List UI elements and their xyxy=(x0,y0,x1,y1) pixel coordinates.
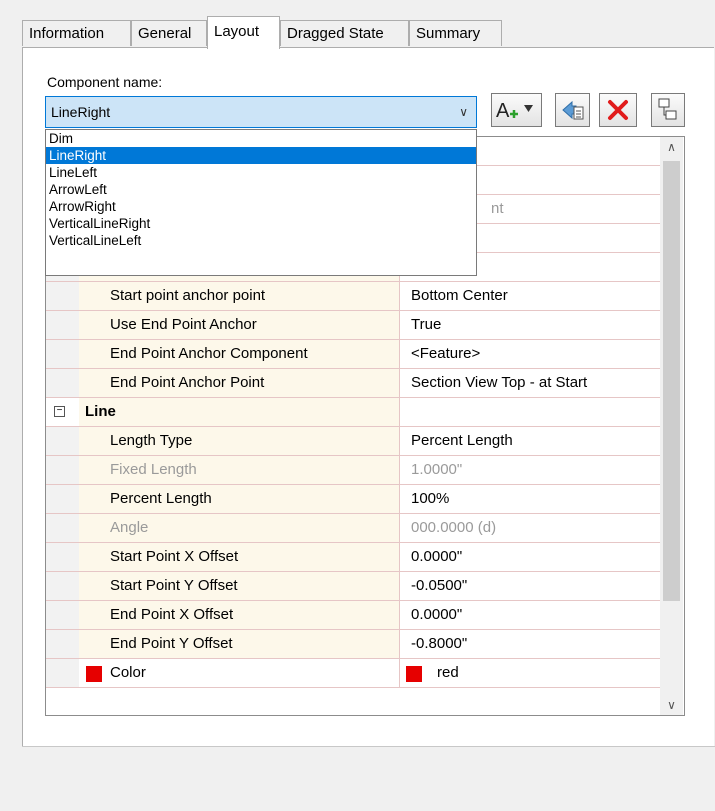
property-value: red xyxy=(401,659,660,687)
row-gutter xyxy=(46,601,79,629)
property-value: Bottom Center xyxy=(401,282,660,310)
property-value: <Feature> xyxy=(401,340,660,368)
property-value: 0.0000" xyxy=(401,601,660,629)
property-row[interactable]: End Point Anchor Component <Feature> xyxy=(46,340,660,369)
tab-label: Information xyxy=(29,25,105,42)
tab-label: Dragged State xyxy=(287,25,384,42)
property-name: Start Point Y Offset xyxy=(79,572,400,600)
vertical-scrollbar[interactable]: ∧ ∨ xyxy=(660,137,683,715)
copy-component-icon xyxy=(561,100,583,120)
property-name: Fixed Length xyxy=(79,456,400,484)
property-row[interactable]: End Point Anchor Point Section View Top -… xyxy=(46,369,660,398)
svg-text:A: A xyxy=(496,100,510,122)
delete-component-button[interactable] xyxy=(599,93,637,127)
dropdown-option[interactable]: Dim xyxy=(46,130,476,147)
row-gutter xyxy=(46,311,79,339)
dropdown-option[interactable]: LineLeft xyxy=(46,164,476,181)
property-value: 000.0000 (d) xyxy=(401,514,660,542)
collapse-icon[interactable]: − xyxy=(54,406,65,417)
property-row[interactable]: End Point X Offset 0.0000" xyxy=(46,601,660,630)
property-name: End Point Y Offset xyxy=(79,630,400,658)
row-gutter xyxy=(46,456,79,484)
add-component-icon: A xyxy=(496,100,533,122)
tab-layout[interactable]: Layout xyxy=(207,16,280,49)
divider xyxy=(22,746,715,747)
tab-general[interactable]: General xyxy=(131,20,207,46)
property-row[interactable]: Percent Length 100% xyxy=(46,485,660,514)
property-name: Use End Point Anchor xyxy=(79,311,400,339)
tab-information[interactable]: Information xyxy=(22,20,131,46)
property-value: Section View Top - at Start xyxy=(401,369,660,397)
row-gutter xyxy=(46,485,79,513)
row-gutter xyxy=(46,543,79,571)
property-name: Color xyxy=(79,659,400,687)
color-swatch-value xyxy=(406,666,422,682)
property-value: True xyxy=(401,311,660,339)
tab-bar: Information General Layout Dragged State… xyxy=(22,14,702,49)
property-value: 1.0000" xyxy=(401,456,660,484)
property-name: Length Type xyxy=(79,427,400,455)
dropdown-option[interactable]: ArrowLeft xyxy=(46,181,476,198)
property-name: Start Point X Offset xyxy=(79,543,400,571)
scrollbar-thumb[interactable] xyxy=(663,161,680,601)
add-component-button[interactable]: A xyxy=(491,93,542,127)
copy-component-button[interactable] xyxy=(555,93,590,127)
property-value: 0.0000" xyxy=(401,543,660,571)
property-value xyxy=(401,398,660,426)
property-value: 100% xyxy=(401,485,660,513)
component-name-combobox[interactable]: LineRight ∨ xyxy=(45,96,477,128)
category-row-line[interactable]: − Line xyxy=(46,398,660,427)
tab-label: Summary xyxy=(416,25,481,42)
dropdown-option[interactable]: ArrowRight xyxy=(46,198,476,215)
combo-value: LineRight xyxy=(51,104,111,120)
row-gutter xyxy=(46,659,79,687)
tab-label: General xyxy=(138,25,192,42)
hierarchy-icon xyxy=(658,98,677,120)
row-gutter xyxy=(46,514,79,542)
row-gutter xyxy=(46,427,79,455)
property-name: Percent Length xyxy=(79,485,400,513)
component-dropdown-list: Dim LineRight LineLeft ArrowLeft ArrowRi… xyxy=(45,129,477,276)
property-value: Percent Length xyxy=(401,427,660,455)
row-gutter xyxy=(46,572,79,600)
chevron-down-icon: ∨ xyxy=(459,105,468,119)
property-name: End Point X Offset xyxy=(79,601,400,629)
dropdown-option[interactable]: VerticalLineLeft xyxy=(46,232,476,249)
property-row[interactable]: Use End Point Anchor True xyxy=(46,311,660,340)
row-gutter xyxy=(46,369,79,397)
component-name-label: Component name: xyxy=(47,74,163,90)
row-gutter xyxy=(46,340,79,368)
property-row[interactable]: Start point anchor point Bottom Center xyxy=(46,282,660,311)
property-name: End Point Anchor Component xyxy=(79,340,400,368)
tab-summary[interactable]: Summary xyxy=(409,20,502,46)
property-row[interactable]: Start Point X Offset 0.0000" xyxy=(46,543,660,572)
scroll-down-icon[interactable]: ∨ xyxy=(660,695,683,715)
property-row[interactable]: Length Type Percent Length xyxy=(46,427,660,456)
property-row[interactable]: Fixed Length 1.0000" xyxy=(46,456,660,485)
dropdown-option-selected[interactable]: LineRight xyxy=(46,147,476,164)
dropdown-option[interactable]: VerticalLineRight xyxy=(46,215,476,232)
property-row[interactable]: End Point Y Offset -0.8000" xyxy=(46,630,660,659)
property-value: -0.8000" xyxy=(401,630,660,658)
property-row[interactable]: Start Point Y Offset -0.0500" xyxy=(46,572,660,601)
property-name: End Point Anchor Point xyxy=(79,369,400,397)
tab-dragged-state[interactable]: Dragged State xyxy=(280,20,409,46)
property-row-color[interactable]: Color red xyxy=(46,659,660,688)
property-name: Angle xyxy=(79,514,400,542)
property-name: Start point anchor point xyxy=(79,282,400,310)
row-gutter xyxy=(46,282,79,310)
hierarchy-button[interactable] xyxy=(651,93,685,127)
property-row[interactable]: Angle 000.0000 (d) xyxy=(46,514,660,543)
property-value: -0.0500" xyxy=(401,572,660,600)
scroll-up-icon[interactable]: ∧ xyxy=(660,137,683,157)
tab-label: Layout xyxy=(214,23,260,40)
category-name: Line xyxy=(79,398,400,426)
row-gutter xyxy=(46,630,79,658)
close-icon xyxy=(608,100,628,120)
